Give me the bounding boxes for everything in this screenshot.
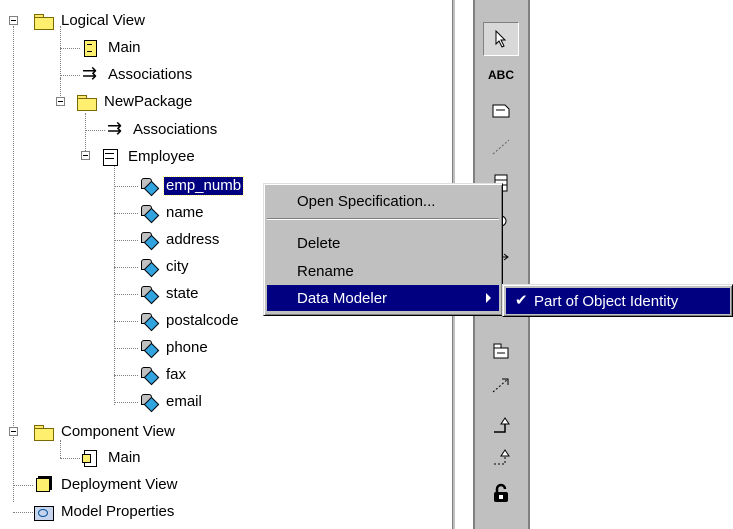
tree-item-newpackage[interactable]: NewPackage bbox=[76, 89, 194, 115]
realize-icon[interactable] bbox=[483, 440, 519, 474]
collapse-toggle[interactable] bbox=[9, 16, 18, 25]
tree-item-label: name bbox=[166, 204, 204, 221]
attribute-icon bbox=[138, 393, 158, 411]
attribute-icon bbox=[138, 312, 158, 330]
tree-item-label: Main bbox=[108, 39, 141, 56]
text-tool-label: ABC bbox=[488, 68, 514, 82]
tree-item-label: Associations bbox=[108, 66, 193, 83]
tree-item-label: NewPackage bbox=[104, 93, 193, 110]
folder-icon bbox=[33, 423, 54, 441]
text-icon[interactable]: ABC bbox=[483, 58, 519, 92]
tree-item-label: Logical View bbox=[61, 12, 145, 29]
tree-item-label: phone bbox=[166, 339, 208, 356]
attribute-icon bbox=[138, 177, 158, 195]
menu-item-delete[interactable]: Delete bbox=[267, 230, 499, 256]
tree-item-label: emp_numb bbox=[162, 176, 245, 196]
tree-item-logical-view[interactable]: Logical View bbox=[33, 8, 147, 34]
tree-item-label: Deployment View bbox=[61, 476, 178, 493]
collapse-toggle[interactable] bbox=[56, 97, 65, 106]
tree-item-component-main[interactable]: Main bbox=[80, 445, 143, 471]
attribute-icon bbox=[138, 366, 158, 384]
tree-item-label: fax bbox=[166, 366, 187, 383]
submenu-arrow-icon bbox=[486, 293, 491, 303]
tree-item-label: Model Properties bbox=[61, 503, 175, 520]
menu-item-label: Data Modeler bbox=[297, 289, 388, 307]
class-diagram-icon bbox=[80, 39, 100, 57]
menu-item-open-specification[interactable]: Open Specification... bbox=[267, 188, 499, 214]
generalization-icon[interactable] bbox=[483, 408, 519, 442]
tree-item-attribute[interactable]: emp_numb bbox=[138, 173, 245, 199]
collapse-toggle[interactable] bbox=[81, 151, 90, 160]
tree-item-attribute[interactable]: address bbox=[138, 227, 221, 253]
tree-item-label: Employee bbox=[128, 148, 195, 165]
folder-icon bbox=[33, 12, 54, 30]
tree-item-deployment-view[interactable]: Deployment View bbox=[33, 472, 179, 498]
tree-item-attribute[interactable]: name bbox=[138, 200, 206, 226]
menu-item-label: Part of Object Identity bbox=[534, 292, 679, 310]
lock-icon[interactable] bbox=[483, 476, 519, 510]
menu-item-part-of-object-identity[interactable]: ✔ Part of Object Identity bbox=[506, 288, 730, 314]
tree-item-attribute[interactable]: city bbox=[138, 254, 191, 280]
menu-item-label: Open Specification... bbox=[297, 192, 436, 210]
folder-icon bbox=[76, 93, 97, 111]
model-properties-icon bbox=[33, 503, 54, 521]
collapse-toggle[interactable] bbox=[9, 427, 18, 436]
tree-item-model-properties[interactable]: Model Properties bbox=[33, 499, 176, 525]
attribute-icon bbox=[138, 231, 158, 249]
note-icon[interactable] bbox=[483, 94, 519, 128]
tree-item-main[interactable]: Main bbox=[80, 35, 143, 61]
tree-item-component-view[interactable]: Component View bbox=[33, 419, 177, 445]
menu-item-data-modeler[interactable]: Data Modeler bbox=[267, 285, 499, 311]
tree-item-attribute[interactable]: fax bbox=[138, 362, 188, 388]
tree-item-label: Associations bbox=[133, 121, 218, 138]
tree-item-label: city bbox=[166, 258, 189, 275]
select-arrow-icon[interactable] bbox=[483, 22, 519, 56]
tree-item-label: address bbox=[166, 231, 220, 248]
menu-item-label: Rename bbox=[297, 262, 354, 280]
menu-item-label: Delete bbox=[297, 234, 341, 252]
checkmark-icon: ✔ bbox=[515, 292, 528, 309]
class-icon bbox=[100, 148, 120, 166]
submenu-data-modeler: ✔ Part of Object Identity bbox=[502, 284, 733, 317]
tree-item-label: state bbox=[166, 285, 199, 302]
tree-item-employee[interactable]: Employee bbox=[100, 144, 197, 170]
tree-item-package-associations[interactable]: Associations bbox=[105, 117, 219, 143]
package-icon[interactable] bbox=[483, 334, 519, 368]
menu-separator bbox=[267, 218, 499, 220]
tree-item-label: Component View bbox=[61, 423, 175, 440]
associations-icon bbox=[105, 118, 125, 139]
associations-icon bbox=[80, 63, 100, 84]
dependency-icon[interactable] bbox=[483, 368, 519, 402]
attribute-icon bbox=[138, 339, 158, 357]
attribute-icon bbox=[138, 204, 158, 222]
tree-item-label: postalcode bbox=[166, 312, 239, 329]
tree-item-attribute[interactable]: state bbox=[138, 281, 201, 307]
tree-item-attribute[interactable]: postalcode bbox=[138, 308, 241, 334]
tree-item-attribute[interactable]: phone bbox=[138, 335, 210, 361]
attribute-icon bbox=[138, 285, 158, 303]
tree-item-label: email bbox=[166, 393, 202, 410]
deployment-diagram-icon bbox=[33, 476, 53, 494]
component-diagram-icon bbox=[80, 449, 100, 467]
context-menu: Open Specification... Delete Rename Data… bbox=[263, 183, 503, 316]
anchor-icon[interactable] bbox=[483, 130, 519, 164]
tree-item-label: Main bbox=[108, 449, 141, 466]
tree-item-associations[interactable]: Associations bbox=[80, 62, 194, 88]
menu-item-rename[interactable]: Rename bbox=[267, 258, 499, 284]
tree-item-attribute[interactable]: email bbox=[138, 389, 204, 415]
attribute-icon bbox=[138, 258, 158, 276]
